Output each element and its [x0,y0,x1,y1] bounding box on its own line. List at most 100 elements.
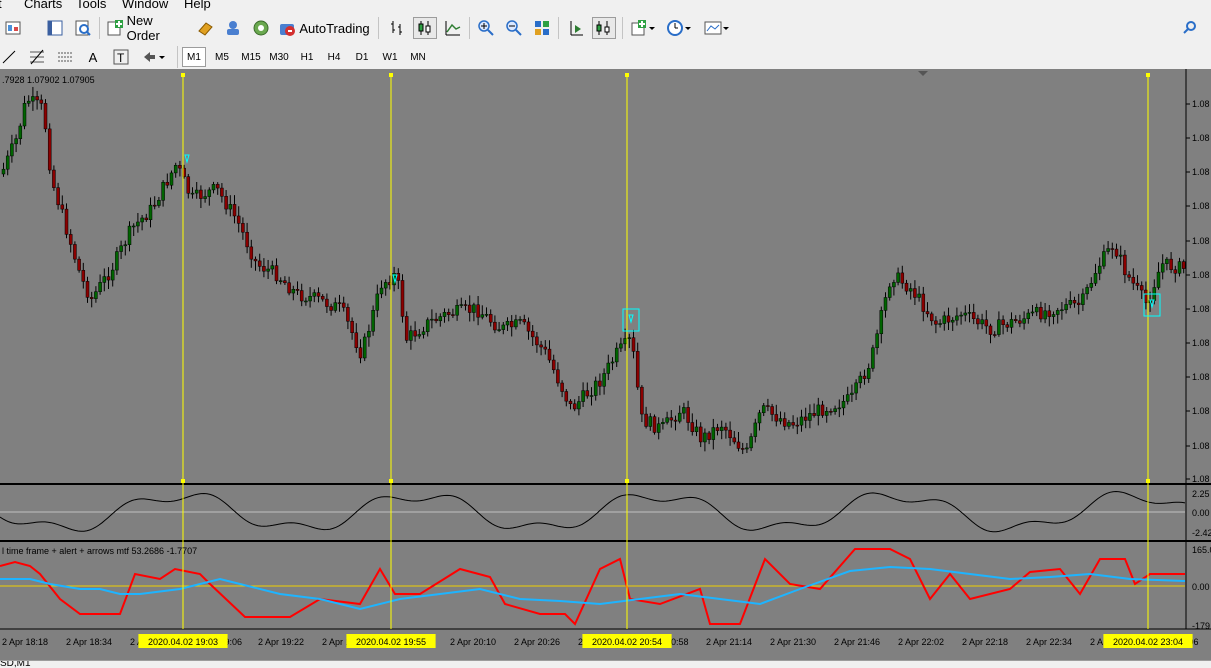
candle-body [581,390,585,402]
tile-windows-icon[interactable] [531,17,553,39]
candle-body [60,204,65,210]
candle-body [354,332,359,348]
candle-body [934,320,938,325]
zoom-data-icon[interactable] [72,17,94,39]
menu-help[interactable]: Help [184,0,211,11]
candle-body [1165,258,1169,264]
candle-body [904,282,909,292]
candle-body [1144,289,1148,304]
ohlc-readout: .7928 1.07902 1.07905 [2,75,95,85]
text-label-icon[interactable]: T [110,46,132,68]
new-order-button[interactable]: New Order [106,13,188,43]
candle-body [148,204,153,220]
mtf-label: 165.0 [1192,545,1211,555]
fibonacci-icon[interactable] [26,46,48,68]
candle-body [988,325,993,335]
candle-body [787,422,791,427]
candle-body [236,215,241,224]
time-label: 2 Apr 22:34 [1026,637,1072,647]
menu-file[interactable]: t [0,0,2,11]
candle-body [215,184,220,189]
candle-body [883,297,888,311]
candle-body [1018,320,1022,324]
metaeditor-icon[interactable] [194,17,216,39]
candle-body [959,314,963,317]
candlestick-icon[interactable] [413,17,437,39]
zoom-out-icon[interactable] [503,17,525,39]
candle-body [430,318,434,321]
candle-body [505,321,510,326]
candle-body [1009,319,1014,328]
timeframe-d1[interactable]: D1 [350,47,374,67]
timeframe-w1[interactable]: W1 [378,47,402,67]
timeframe-m15[interactable]: M15 [238,47,264,67]
candle-body [1001,319,1005,325]
vertical-line-label: 2020.04.02 19:03 [148,637,218,647]
timeframe-mn[interactable]: MN [406,47,430,67]
periods-clock-icon[interactable] [664,17,694,39]
menu-tools[interactable]: Tools [76,0,106,11]
candle-body [816,404,821,416]
candle-body [295,288,300,291]
candle-body [589,395,594,397]
candle-body [362,336,367,359]
candle-body [652,416,657,433]
candle-body [400,280,405,317]
candle-body [732,437,737,443]
candle-body [640,386,644,415]
profiles-icon[interactable] [2,17,24,39]
candle-body [1131,277,1136,284]
vertical-line-handle [1146,73,1150,77]
timeframe-m1[interactable]: M1 [182,47,206,67]
menu-window[interactable]: Window [122,0,168,11]
chart-canvas[interactable]: 1.08 1.08 1.08 1.08 1.08 1.08 1.08 1.08 1.08 1.08… [0,69,1211,660]
candle-body [938,323,942,325]
candle-body [707,432,711,440]
search-icon[interactable] [1179,17,1201,39]
timeframe-h4[interactable]: H4 [322,47,346,67]
candle-body [497,329,501,331]
candle-body [690,422,695,433]
candle-body [757,412,762,424]
candle-body [892,282,896,288]
price-label: 1.08 [1192,441,1210,451]
price-label: 1.08 [1192,406,1210,416]
line-chart-icon[interactable] [442,17,464,39]
vertical-line-handle [625,73,629,77]
candle-body [623,338,627,345]
chart-shift-icon[interactable] [592,17,616,39]
oscillator-label: -2.42 [1192,528,1211,538]
autotrading-button[interactable]: AutoTrading [277,17,371,39]
market-watch-icon[interactable] [44,17,66,39]
menu-charts[interactable]: Charts [24,0,62,11]
bar-chart-icon[interactable] [386,17,408,39]
timeframe-m5[interactable]: M5 [210,47,234,67]
chart-shift-marker [918,71,928,76]
candle-body [43,103,48,130]
candle-body [102,276,107,283]
indicators-icon[interactable] [628,17,658,39]
arrows-tool-icon[interactable] [140,46,168,68]
price-chart[interactable]: 1.08 1.08 1.08 1.08 1.08 1.08 1.08 1.08 1.08 1.08… [0,69,1211,660]
trendline-icon[interactable] [0,46,18,68]
candle-body [803,416,808,421]
candle-body [224,196,228,210]
fibo-channel-icon[interactable] [54,46,76,68]
timeframe-m30[interactable]: M30 [266,47,292,67]
timeframe-h1[interactable]: H1 [295,47,319,67]
candle-body [858,375,863,384]
candle-body [190,192,195,195]
candle-body [64,208,69,235]
candle-body [123,244,128,247]
auto-scroll-icon[interactable] [565,17,587,39]
zoom-in-icon[interactable] [475,17,497,39]
candle-body [879,310,884,335]
candle-body [686,407,690,423]
terminal-icon[interactable] [222,17,244,39]
menu-bar: t Charts Tools Window Help [0,0,1211,12]
signals-icon[interactable] [250,17,272,39]
candle-body [665,417,669,423]
candle-body [950,319,955,323]
templates-icon[interactable] [702,17,732,39]
text-tool-icon[interactable]: A [84,46,102,68]
